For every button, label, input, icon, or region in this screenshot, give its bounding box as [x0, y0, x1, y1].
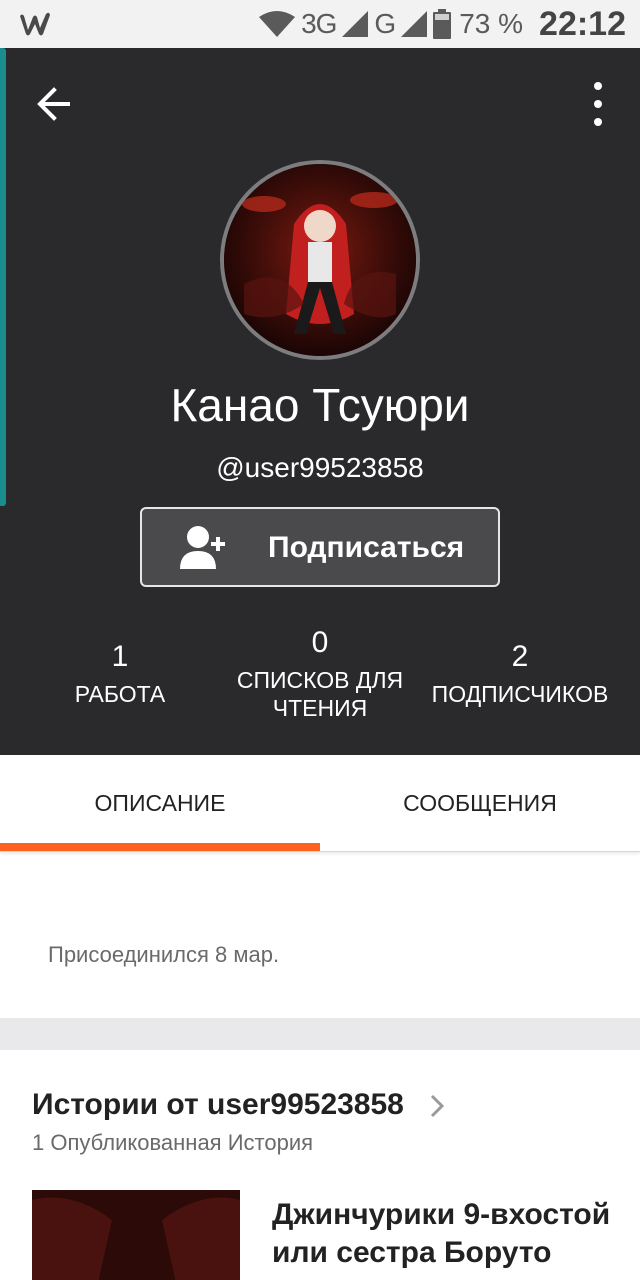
reading-lists-label-line2: ЧТЕНИЯ — [272, 695, 368, 721]
chevron-right-icon[interactable] — [426, 1092, 448, 1120]
reading-lists-label-line1: СПИСКОВ ДЛЯ — [236, 667, 404, 693]
works-count: 1 — [111, 640, 129, 673]
profile-tabs: ОПИСАНИЕ СООБЩЕНИЯ — [0, 755, 640, 852]
signal-icon — [342, 11, 369, 37]
profile-screen: 3G G 73 % 22:12 Канао Тсуюри @user995238… — [0, 0, 640, 1280]
display-name: Канао Тсуюри — [170, 379, 470, 431]
signal-icon-2 — [401, 11, 428, 37]
stat-followers[interactable]: 2 ПОДПИСЧИКОВ — [420, 640, 620, 708]
username: @user99523858 — [216, 452, 424, 483]
back-arrow-icon[interactable] — [30, 78, 82, 130]
story-cover[interactable] — [32, 1190, 240, 1280]
follow-button[interactable]: Подписаться — [140, 507, 500, 587]
more-options-icon[interactable] — [586, 82, 610, 126]
stat-reading-lists[interactable]: 0 СПИСКОВ ДЛЯ ЧТЕНИЯ — [222, 626, 418, 722]
active-tab-indicator — [0, 843, 320, 851]
network-3g-label: 3G — [301, 8, 337, 39]
stories-section-title[interactable]: Истории от user99523858 — [32, 1088, 404, 1122]
follow-label: Подписаться — [268, 531, 465, 564]
profile-header: Канао Тсуюри @user99523858 Подписаться 1… — [0, 48, 640, 755]
stat-works[interactable]: 1 РАБОТА — [40, 640, 200, 708]
status-indicators: 3G G 73 % 22:12 — [259, 0, 626, 48]
clock: 22:12 — [539, 4, 626, 43]
tab-about[interactable]: ОПИСАНИЕ — [0, 755, 320, 852]
battery-icon — [433, 9, 452, 39]
network-g-label: G — [374, 8, 396, 39]
works-label: РАБОТА — [74, 681, 166, 707]
avatar-image — [224, 164, 416, 356]
battery-percent: 73 % — [459, 8, 524, 39]
joined-date: Присоединился 8 мар. — [48, 942, 280, 967]
tab-messages[interactable]: СООБЩЕНИЯ — [320, 755, 640, 852]
wifi-icon — [259, 11, 296, 37]
section-divider — [0, 1018, 640, 1050]
add-user-icon — [180, 526, 225, 569]
published-stories-count: 1 Опубликованная История — [32, 1130, 314, 1155]
story-title[interactable]: Джинчурики 9-вхостой или сестра Боруто — [272, 1196, 632, 1272]
scroll-indicator — [0, 48, 6, 506]
followers-count: 2 — [511, 640, 529, 673]
status-bar: 3G G 73 % 22:12 — [0, 0, 640, 48]
reading-lists-count: 0 — [311, 626, 329, 659]
followers-label: ПОДПИСЧИКОВ — [431, 681, 609, 707]
avatar[interactable] — [220, 160, 420, 360]
wattpad-logo-icon — [20, 12, 50, 36]
story-cover-image — [32, 1190, 240, 1280]
